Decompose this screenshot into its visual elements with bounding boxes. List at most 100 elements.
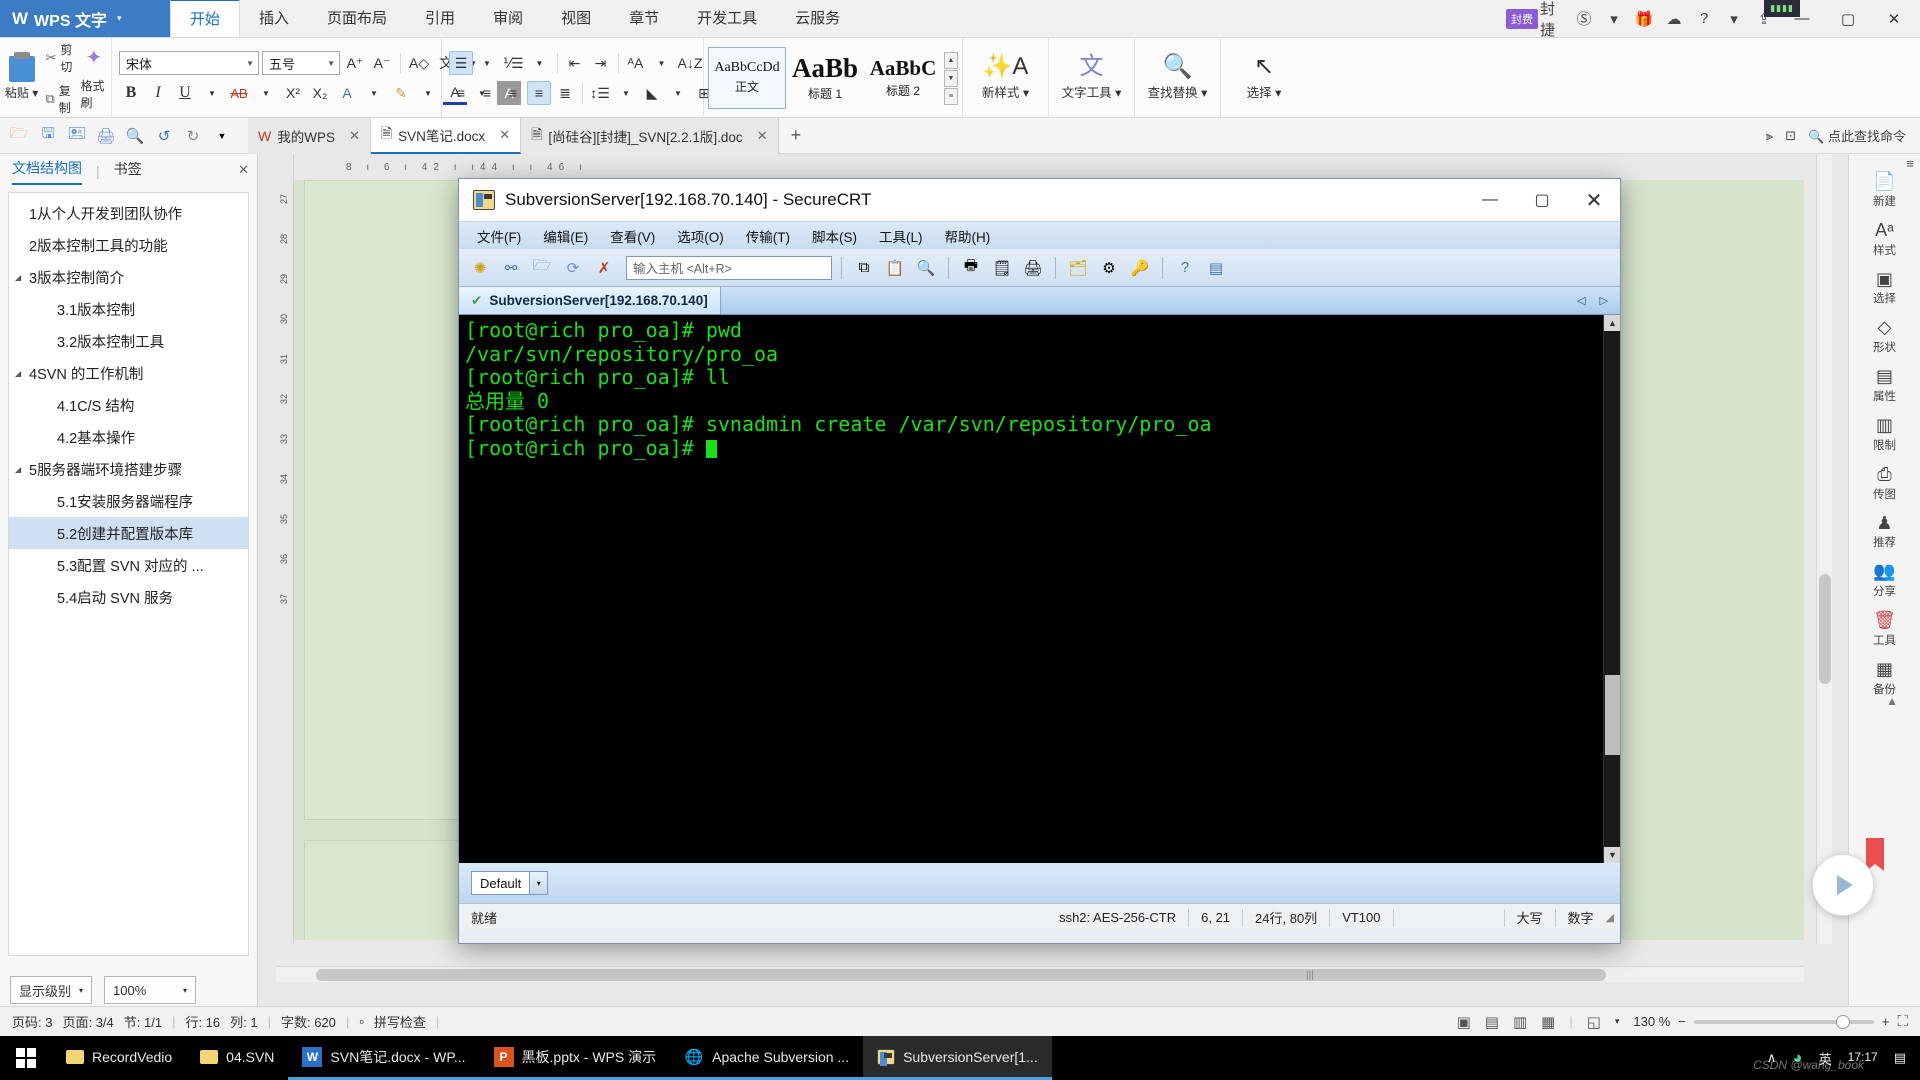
ribbon-tab-insert[interactable]: 插入 [240,0,308,37]
nav-item-3-2[interactable]: 3.2版本控制工具 [9,325,248,357]
rail-item-share[interactable]: 👥分享 [1855,562,1915,599]
expander-icon[interactable]: ◢ [15,369,29,378]
tab-scroll-right-icon[interactable]: ▷ [1600,294,1608,307]
titlebar-badge-b[interactable]: 封捷 [1540,4,1568,34]
text-tools-button[interactable]: 文 文字工具 ▾ [1049,38,1135,118]
rail-item-recommend[interactable]: ♟推荐 [1855,514,1915,551]
font-family-combo[interactable]: 宋体 ▼ [119,51,259,75]
scrollbar-thumb[interactable] [1819,574,1831,684]
open-folder-icon[interactable]: 🗁 [6,123,32,149]
bold-button[interactable]: B [119,81,143,105]
expander-icon[interactable]: ◢ [15,273,29,282]
gift-icon[interactable]: 🎁 [1630,4,1658,34]
help-icon[interactable]: ? [1172,255,1198,281]
page-view-icon[interactable]: ▣ [1457,1013,1471,1031]
status-spellcheck-box[interactable]: ▫ [359,1014,364,1029]
more-styles-icon[interactable]: ≡ [944,88,958,105]
document-tab-svn-textbook[interactable]: 🗎 [尚硅谷][封捷]_SVN[2.2.1版].doc ✕ [521,118,779,154]
align-right-icon[interactable]: ≡ [501,81,525,105]
indent-icon[interactable]: ⇥ [589,51,613,75]
rail-item-properties[interactable]: ▤属性 [1855,367,1915,404]
host-input[interactable]: 输入主机 <Alt+R> [626,256,832,280]
style-card-heading1[interactable]: AaBb 标题 1 [786,47,864,109]
style-card-normal[interactable]: AaBbCcDd 正文 [708,47,786,109]
collapse-rail-icon[interactable]: ≡ [1906,156,1914,171]
rail-item-restrict[interactable]: ▥限制 [1855,416,1915,453]
copy-icon[interactable]: ⧉ [851,255,877,281]
floating-play-button[interactable] [1812,854,1874,916]
command-search[interactable]: 🔍 点此查找命令 [1808,126,1906,145]
nav-item-2[interactable]: 2版本控制工具的功能 [9,229,248,261]
disconnect-icon[interactable]: ✗ [591,255,617,281]
chevron-down-icon[interactable]: ▼ [209,123,235,149]
reconnect-icon[interactable]: ⟳ [560,255,586,281]
nav-item-5-3[interactable]: 5.3配置 SVN 对应的 ... [9,549,248,581]
nav-item-3-1[interactable]: 3.1版本控制 [9,293,248,325]
close-icon[interactable]: ✕ [238,162,249,178]
display-level-combo[interactable]: 显示级别 ▾ [10,976,92,1004]
status-word-count[interactable]: 字数: 620 [281,1012,336,1031]
nav-item-5[interactable]: ◢5服务器端环境搭建步骤 [9,453,248,485]
print-preview-icon[interactable]: 🔍 [122,123,148,149]
select-button[interactable]: ↖ 选择 ▾ [1221,38,1307,118]
menu-options[interactable]: 选项(O) [677,226,724,246]
tab-scroll-left-icon[interactable]: ◁ [1577,294,1585,307]
scrollbar-thumb[interactable] [316,969,1606,981]
taskbar-item-subversionserver[interactable]: SubversionServer[1... [863,1036,1052,1080]
zoom-control[interactable]: 130 % − + ⛶ [1633,1013,1908,1030]
format-painter-icon[interactable]: ✦ [86,45,103,70]
chevron-down-icon[interactable]: ▾ [1600,4,1628,34]
nav-item-4-1[interactable]: 4.1C/S 结构 [9,389,248,421]
taskbar-item-recordvedio[interactable]: RecordVedio [52,1036,186,1080]
terminal-scrollbar[interactable]: ▲ ▼ [1603,315,1620,863]
wps-maximize-button[interactable]: ▢ [1826,0,1870,38]
document-tab-svn-notes[interactable]: 🗎 SVN笔记.docx ✕ [371,118,521,154]
superscript-button[interactable]: X² [281,81,305,105]
securecrt-title-bar[interactable]: SubversionServer[192.168.70.140] - Secur… [459,179,1620,221]
style-card-heading2[interactable]: AaBbC 标题 2 [864,47,942,109]
close-icon[interactable]: ✕ [349,128,360,144]
web-view-icon[interactable]: ▥ [1513,1013,1527,1031]
taskbar-item-svn-notes[interactable]: W SVN笔记.docx - WP... [288,1036,479,1080]
chevron-down-icon[interactable]: ▼ [614,81,638,105]
rail-scroll-up-icon[interactable]: ▲ [1886,694,1898,708]
distribute-icon[interactable]: ≣ [553,81,577,105]
chevron-down-icon[interactable]: ▼ [416,81,440,105]
menu-transfer[interactable]: 传输(T) [746,226,790,246]
chevron-down-icon[interactable]: ▾ [1720,4,1748,34]
taskbar-item-04svn[interactable]: 04.SVN [186,1036,288,1080]
copy-button[interactable]: ⧉ 复制 [45,82,74,116]
ribbon-tab-view[interactable]: 视图 [542,0,610,37]
grow-font-icon[interactable]: A⁺ [343,51,367,75]
ribbon-tab-review[interactable]: 审阅 [474,0,542,37]
rail-item-shapes[interactable]: ◇形状 [1855,318,1915,355]
chevron-down-icon[interactable]: ▼ [200,81,224,105]
session-tab-subversionserver[interactable]: ✔ SubversionServer[192.168.70.140] [459,287,721,314]
font-size-combo[interactable]: 五号 ▼ [262,51,340,75]
zoom-slider[interactable] [1694,1020,1874,1024]
taskbar-item-apache-subversion[interactable]: 🌐 Apache Subversion ... [670,1036,863,1080]
wps-close-button[interactable]: ✕ [1872,0,1916,38]
scroll-down-icon[interactable]: ▼ [1604,847,1620,863]
char-border-icon[interactable]: A [335,81,359,105]
redo-icon[interactable]: ↻ [180,123,206,149]
chevron-down-icon[interactable]: ▼ [666,81,690,105]
line-spacing-icon[interactable]: ↕☰ [588,81,612,105]
outline-view-icon[interactable]: ▤ [1485,1013,1499,1031]
wps-app-logo[interactable]: W WPS 文字 ▾ [0,0,170,37]
notification-center-icon[interactable]: ▤ [1894,1050,1906,1066]
ribbon-tab-start[interactable]: 开始 [170,0,240,37]
rail-item-backup[interactable]: ▦备份 [1855,660,1915,697]
menu-edit[interactable]: 编辑(E) [543,226,588,246]
find-replace-button[interactable]: 🔍 查找替换 ▾ [1135,38,1221,118]
new-style-button[interactable]: ✨A 新样式 ▾ [963,38,1049,118]
expander-icon[interactable]: ◢ [15,465,29,474]
expand-tabs-icon[interactable]: ⫸ [1766,128,1773,144]
nav-item-1[interactable]: 1从个人开发到团队协作 [9,197,248,229]
chevron-down-icon[interactable]: ▼ [528,51,552,75]
close-icon[interactable]: ✕ [757,128,768,144]
securecrt-minimize-button[interactable]: — [1464,179,1516,221]
help-icon[interactable]: ? [1690,4,1718,34]
scroll-up-icon[interactable]: ▲ [1604,315,1620,331]
save-as-icon[interactable]: 🖭 [64,123,90,149]
